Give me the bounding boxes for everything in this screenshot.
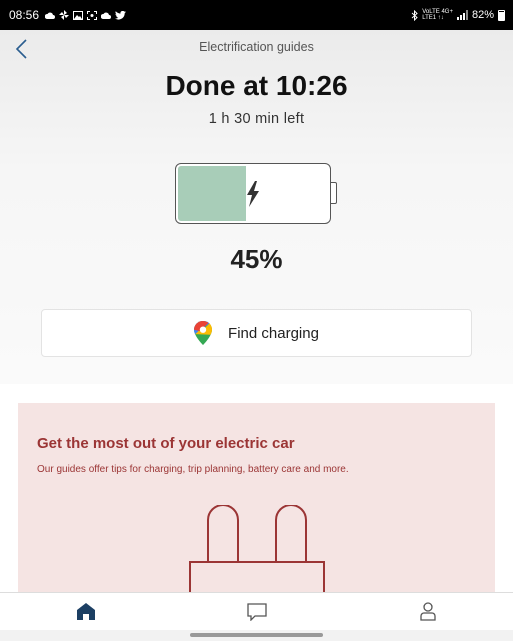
cloud-icon xyxy=(101,12,112,19)
status-bar-left: 08:56 xyxy=(9,8,127,22)
guide-card-text: Our guides offer tips for charging, trip… xyxy=(37,464,349,475)
lightning-icon xyxy=(247,181,259,207)
status-time: 08:56 xyxy=(9,8,40,22)
done-at-text: Done at 10:26 xyxy=(165,70,348,101)
status-bar-right: VoLTE 4G+ LTE1 ↑↓ 82% xyxy=(411,9,505,21)
home-icon xyxy=(76,603,95,620)
profile-icon xyxy=(419,602,436,621)
network-type-bottom: LTE1 ↑↓ xyxy=(422,15,444,21)
charging-section: Electrification guides Done at 10:26 1 h… xyxy=(0,30,513,384)
status-bar: 08:56 VoLTE 4G+ LTE1 ↑↓ 82% xyxy=(0,0,513,30)
screenshot-icon xyxy=(87,10,98,20)
network-type: VoLTE 4G+ LTE1 ↑↓ xyxy=(422,9,453,21)
battery-percent: 82% xyxy=(471,9,494,21)
battery-icon xyxy=(498,9,505,21)
home-gesture-bar[interactable] xyxy=(190,633,323,637)
chat-icon xyxy=(246,602,267,621)
time-left-text: 1 h 30 min left xyxy=(208,111,305,127)
page-title: Electrification guides xyxy=(199,40,314,54)
guide-card-title: Get the most out of your electric car xyxy=(37,435,295,452)
content-area: Get the most out of your electric car Ou… xyxy=(0,384,513,592)
charge-percent: 45% xyxy=(230,244,283,274)
find-charging-label: Find charging xyxy=(228,324,319,342)
battery-terminal xyxy=(331,182,337,204)
charging-battery xyxy=(175,163,331,224)
cloud-icon xyxy=(45,12,56,19)
image-icon xyxy=(73,10,84,20)
nav-home[interactable] xyxy=(56,596,116,628)
pinwheel-icon xyxy=(59,10,70,20)
bottom-nav xyxy=(0,592,513,630)
battery-level-fill xyxy=(178,166,246,221)
nav-messages[interactable] xyxy=(227,596,287,628)
google-maps-pin-icon xyxy=(194,321,213,345)
plug-icon xyxy=(189,505,325,592)
signal-icon xyxy=(456,10,468,20)
gesture-area xyxy=(0,630,513,641)
nav-profile[interactable] xyxy=(398,596,458,628)
twitter-icon xyxy=(115,10,127,19)
guide-card[interactable]: Get the most out of your electric car Ou… xyxy=(18,403,495,592)
find-charging-button[interactable]: Find charging xyxy=(41,309,472,357)
bluetooth-icon xyxy=(411,9,418,21)
notification-icons xyxy=(45,10,127,20)
